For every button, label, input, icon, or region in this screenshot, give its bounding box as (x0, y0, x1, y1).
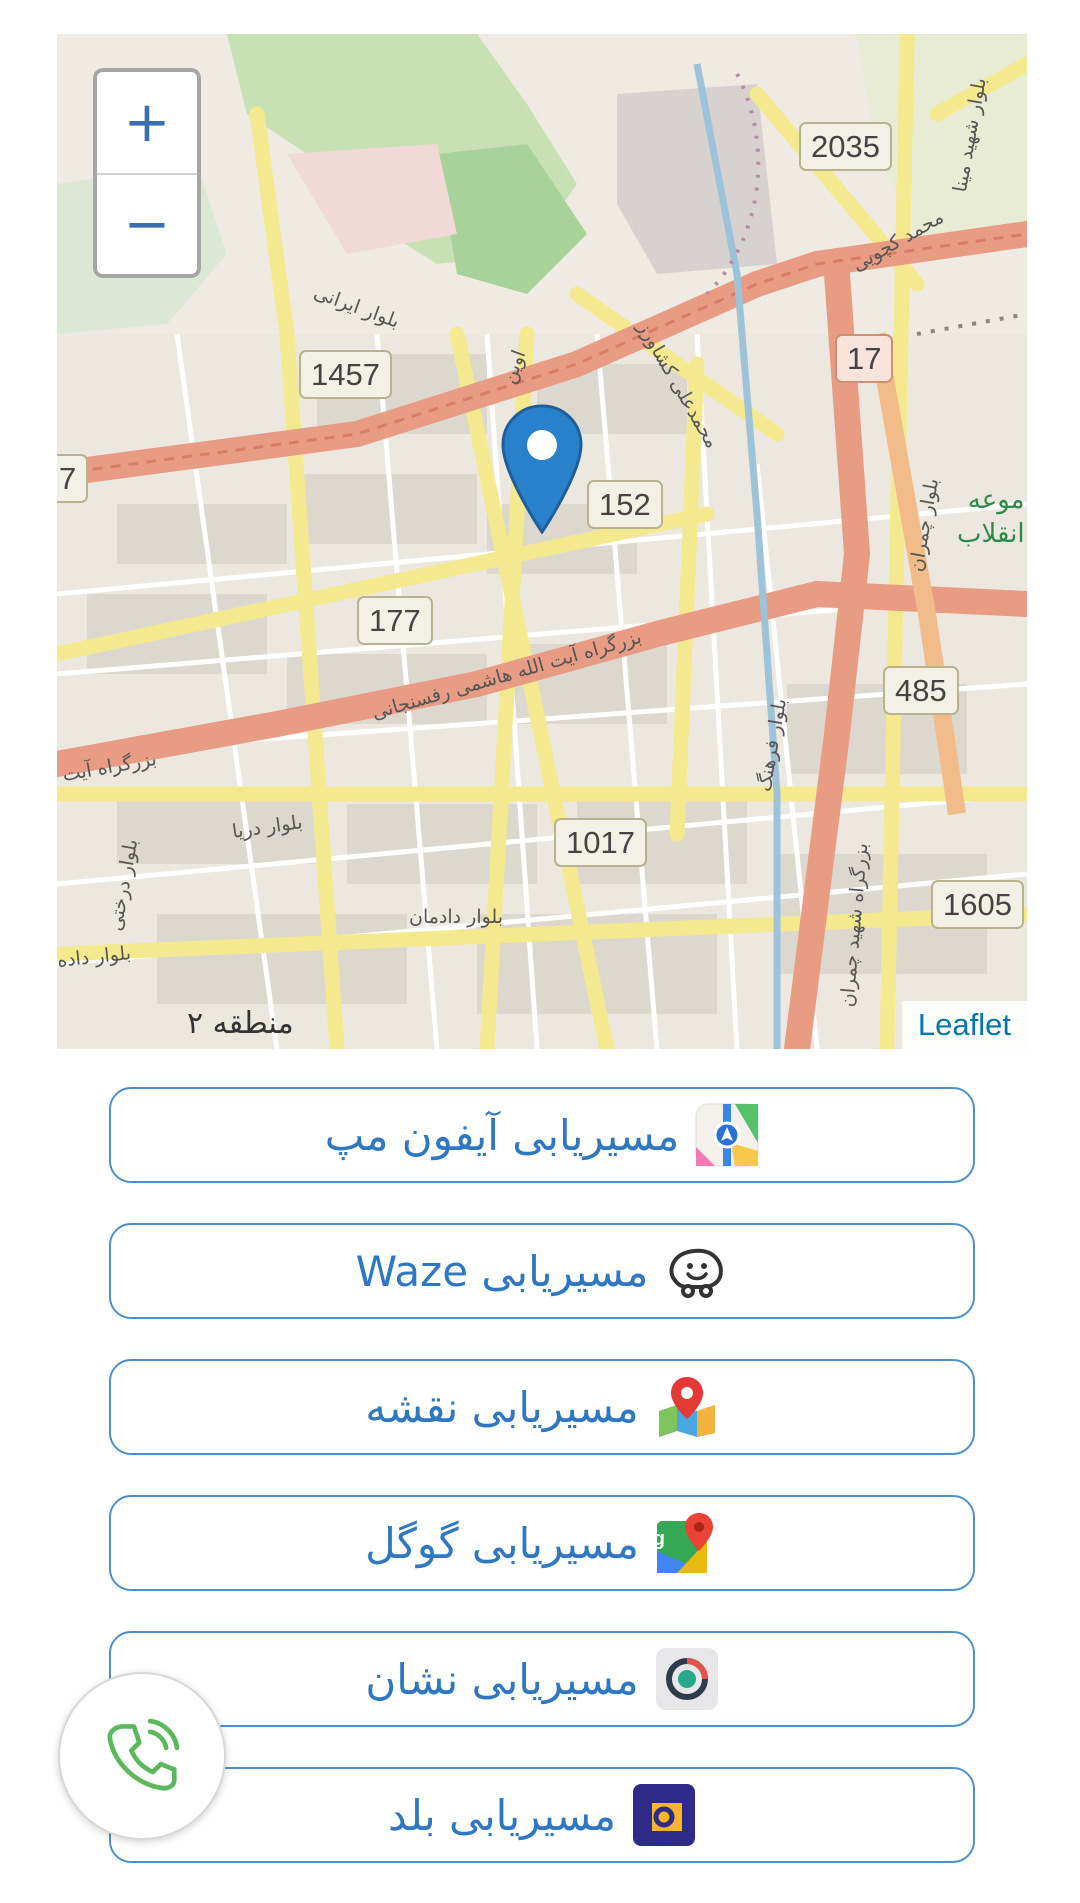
balad-button[interactable]: مسیریابی بلد (109, 1767, 975, 1863)
svg-text:g: g (655, 1528, 665, 1550)
navigation-buttons: مسیریابی آیفون مپ مسیریابی Waze مسیریابی… (109, 1087, 975, 1903)
road-shield: 177 (357, 596, 433, 646)
google-maps-icon: g (655, 1513, 713, 1573)
waze-icon (669, 1248, 724, 1298)
road-shield: 7 (57, 454, 89, 504)
google-maps-label: مسیریابی گوگل (365, 1518, 639, 1568)
park-label-line: انقلاب (957, 518, 1025, 549)
road-shield: 17 (835, 334, 894, 384)
road-shield: 1605 (931, 880, 1024, 930)
apple-maps-icon (695, 1103, 759, 1167)
road-shield: 2035 (799, 122, 892, 172)
neshan-icon (655, 1648, 718, 1710)
map[interactable]: 2035 17 1457 152 177 485 1017 1605 7 بلو… (57, 34, 1027, 1049)
zoom-out-button[interactable]: − (97, 173, 197, 274)
region-label: منطقه ۲ (187, 1006, 294, 1041)
street-label: بلوار دادمان (409, 906, 504, 928)
neshan-map-label: مسیریابی نقشه (365, 1382, 639, 1432)
road-shield: 1017 (554, 818, 647, 868)
phone-icon (107, 1718, 180, 1791)
map-tiles[interactable] (57, 34, 1027, 1049)
road-shield: 485 (883, 666, 959, 716)
waze-label: مسیریابی Waze (355, 1246, 649, 1296)
google-maps-button[interactable]: g مسیریابی گوگل (109, 1495, 975, 1591)
call-button[interactable] (58, 1672, 226, 1840)
map-marker-icon[interactable] (501, 404, 583, 534)
road-shield: 1457 (299, 350, 392, 400)
balad-icon (633, 1784, 695, 1846)
neshan-map-icon (658, 1377, 715, 1437)
road-shield: 152 (587, 480, 663, 530)
neshan-map-button[interactable]: مسیریابی نقشه (109, 1359, 975, 1455)
apple-maps-button[interactable]: مسیریابی آیفون مپ (109, 1087, 975, 1183)
park-label-line: موعه (967, 485, 1025, 515)
leaflet-attribution-link[interactable]: Leaflet (901, 1001, 1027, 1049)
zoom-in-button[interactable]: + (97, 72, 197, 173)
apple-maps-label: مسیریابی آیفون مپ (324, 1110, 680, 1160)
waze-button[interactable]: مسیریابی Waze (109, 1223, 975, 1319)
park-label: موعه انقلاب (957, 484, 1025, 552)
balad-label: مسیریابی بلد (388, 1790, 616, 1840)
neshan-button[interactable]: مسیریابی نشان (109, 1631, 975, 1727)
neshan-label: مسیریابی نشان (365, 1654, 639, 1704)
zoom-control: + − (93, 68, 201, 278)
